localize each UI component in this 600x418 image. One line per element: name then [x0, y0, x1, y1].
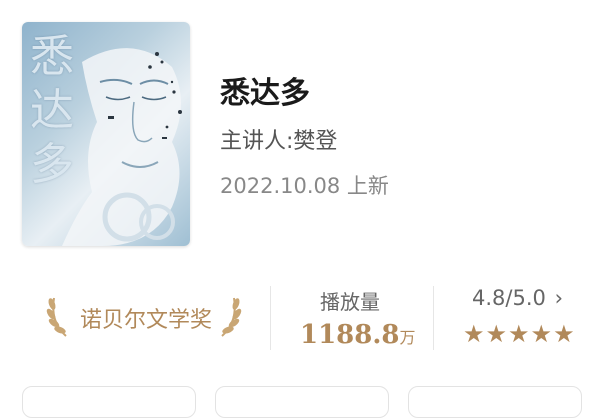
plays-number: 1188.8 [300, 320, 400, 350]
cover-title: 悉达多 [30, 31, 76, 190]
stats-bar: 诺贝尔文学奖 播放量 1188.8万 4.8/5.0 › ★★★★★ [0, 282, 600, 354]
divider [433, 286, 434, 350]
action-button-3[interactable] [408, 386, 582, 418]
rating-stars: ★★★★★ [463, 320, 576, 348]
plays-unit: 万 [399, 328, 416, 347]
book-cover[interactable]: 悉达多 [22, 22, 190, 246]
laurel-right-icon [221, 297, 242, 337]
rating-link[interactable]: 4.8/5.0 › [472, 286, 563, 310]
speaker-label: 主讲人:樊登 [220, 129, 338, 154]
laurel-left-icon [46, 297, 67, 337]
action-button-1[interactable] [22, 386, 196, 418]
award-label: 诺贝尔文学奖 [80, 308, 213, 333]
rating-value: 4.8/5.0 [472, 286, 546, 310]
action-button-2[interactable] [215, 386, 389, 418]
chevron-right-icon: › [554, 286, 563, 310]
plays-label: 播放量 [320, 290, 380, 314]
plays-count: 1188.8万 [300, 320, 416, 350]
action-row [0, 386, 600, 418]
divider [270, 286, 271, 350]
book-title: 悉达多 [220, 76, 310, 111]
award-badge[interactable]: 诺贝尔文学奖 [44, 290, 244, 340]
release-date: 2022.10.08 上新 [220, 174, 389, 198]
